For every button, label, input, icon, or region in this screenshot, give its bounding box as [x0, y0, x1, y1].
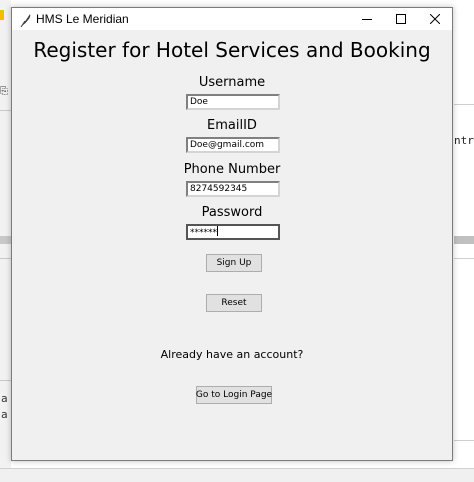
maximize-icon [396, 14, 406, 24]
password-input[interactable]: ****** [186, 224, 280, 240]
folder-icon [0, 10, 4, 20]
username-input[interactable]: Doe [186, 94, 280, 110]
minimize-button[interactable] [350, 8, 384, 30]
background-divider [454, 104, 474, 105]
password-value: ****** [190, 228, 217, 238]
sign-up-button[interactable]: Sign Up [206, 254, 262, 272]
close-button[interactable] [418, 8, 452, 30]
page-title: Register for Hotel Services and Booking [33, 38, 431, 62]
desktop: ⎘ a a ntro HMS Le Meridian [0, 0, 474, 482]
username-label: Username [198, 75, 266, 90]
email-label: EmailID [207, 118, 257, 133]
account-prompt: Already have an account? [160, 348, 304, 361]
reset-button[interactable]: Reset [206, 294, 262, 312]
background-text: a [1, 392, 8, 405]
background-divider [454, 440, 474, 441]
feather-icon [20, 12, 32, 28]
background-divider [0, 258, 11, 259]
minimize-icon [362, 19, 372, 20]
background-text: a [1, 408, 8, 421]
maximize-button[interactable] [384, 8, 418, 30]
background-tool-icon: ⎘ [0, 86, 8, 97]
background-scrollbar[interactable] [454, 236, 474, 244]
phone-label: Phone Number [183, 162, 281, 177]
close-icon [430, 14, 440, 24]
registration-window: HMS Le Meridian Register for Hotel Servi… [11, 7, 453, 461]
phone-input[interactable]: 8274592345 [186, 181, 280, 197]
background-scrollbar[interactable] [0, 236, 11, 244]
title-bar[interactable]: HMS Le Meridian [12, 8, 452, 30]
email-input[interactable]: Doe@gmail.com [186, 137, 280, 153]
login-page-button[interactable]: Go to Login Page [196, 386, 272, 404]
background-status-bar [0, 468, 474, 482]
background-divider [0, 380, 11, 381]
window-title: HMS Le Meridian [36, 12, 129, 26]
form-area: Register for Hotel Services and Booking … [12, 30, 452, 460]
text-caret [217, 226, 218, 236]
password-label: Password [201, 205, 263, 220]
background-text: ntro [454, 134, 474, 147]
background-divider [454, 258, 474, 259]
background-divider [0, 110, 11, 111]
